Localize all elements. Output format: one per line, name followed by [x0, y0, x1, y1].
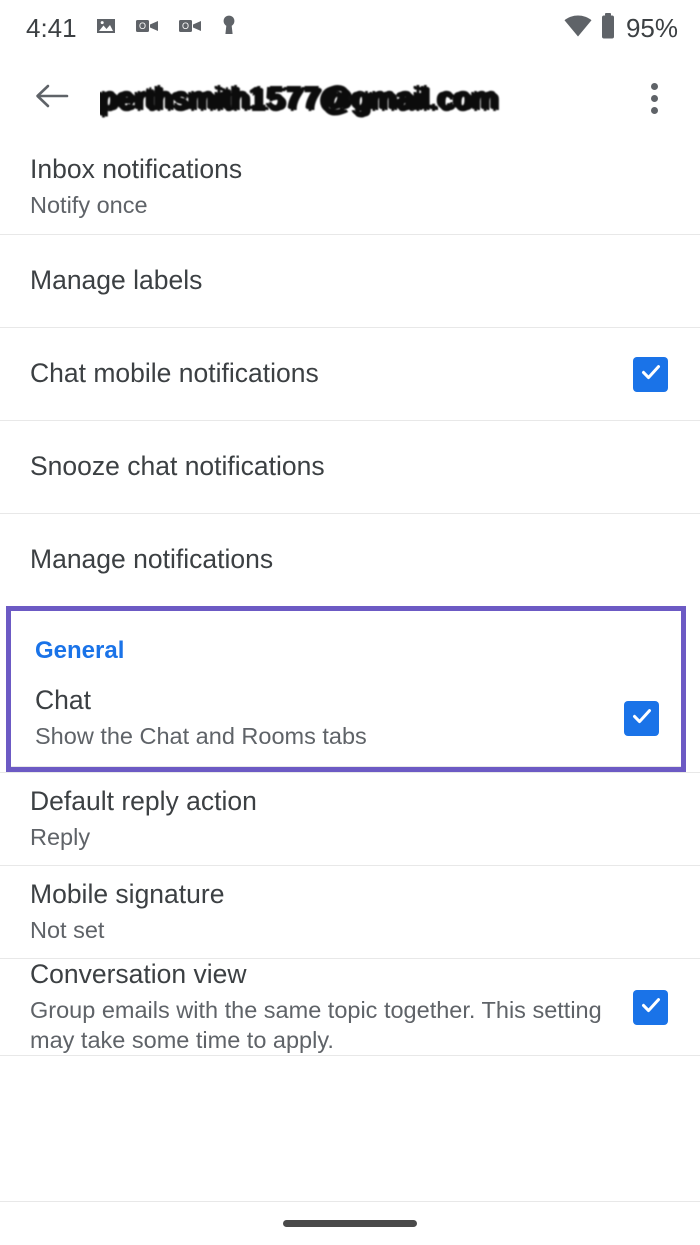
row-text: Snooze chat notifications [30, 451, 670, 482]
row-text: Conversation view Group emails with the … [30, 959, 633, 1055]
navigation-bar [0, 1201, 700, 1245]
setting-row-mobile-signature[interactable]: Mobile signature Not set [0, 865, 700, 958]
row-title: Conversation view [30, 959, 247, 989]
setting-row-chat[interactable]: Chat Show the Chat and Rooms tabs [11, 671, 681, 767]
row-text: Default reply action Reply [30, 786, 670, 853]
setting-row-snooze-chat-notifications[interactable]: Snooze chat notifications [0, 420, 700, 513]
battery-icon [600, 12, 616, 44]
settings-list: Inbox notifications Notify once Manage l… [0, 141, 700, 1201]
row-title: Snooze chat notifications [30, 451, 325, 482]
checkmark-icon [630, 704, 654, 733]
row-subtitle: Not set [30, 916, 105, 943]
row-text: Chat Show the Chat and Rooms tabs [35, 685, 624, 752]
gmail-account-settings-screen: 4:41 O O 95% perthsmith1577@gmail.com In… [0, 0, 700, 1245]
svg-text:O: O [139, 21, 146, 31]
row-title: Default reply action [30, 785, 257, 816]
outlook-video-icon: O [135, 14, 161, 43]
row-title: Manage labels [30, 265, 203, 296]
app-bar-title-container: perthsmith1577@gmail.com [100, 74, 632, 124]
status-bar: 4:41 O O 95% [0, 0, 700, 56]
row-subtitle: Reply [30, 823, 91, 850]
app-bar: perthsmith1577@gmail.com [0, 56, 700, 141]
svg-text:O: O [182, 21, 189, 31]
section-header-general: General [35, 637, 125, 664]
back-arrow-icon [35, 82, 69, 115]
row-title: Manage notifications [30, 544, 274, 575]
photo-icon [94, 14, 118, 43]
row-title: Chat [35, 685, 91, 716]
setting-row-conversation-view[interactable]: Conversation view Group emails with the … [0, 958, 700, 1056]
status-bar-right: 95% [564, 12, 678, 44]
setting-row-manage-notifications[interactable]: Manage notifications [0, 513, 700, 606]
overflow-menu-icon [650, 95, 658, 102]
overflow-menu-icon [650, 107, 658, 114]
setting-row-partial[interactable] [0, 1055, 700, 1086]
row-text: Chat mobile notifications [30, 358, 633, 389]
row-text: Mobile signature Not set [30, 879, 670, 946]
back-button[interactable] [30, 77, 74, 121]
row-title: Chat mobile notifications [30, 358, 319, 389]
chat-mobile-notifications-checkbox[interactable] [633, 356, 668, 392]
checkmark-icon [639, 360, 663, 389]
wifi-icon [564, 15, 592, 42]
outlook-video-icon: O [178, 14, 204, 43]
highlighted-general-section: General Chat Show the Chat and Rooms tab… [6, 606, 686, 772]
status-time: 4:41 [26, 12, 77, 43]
chat-checkbox[interactable] [624, 701, 659, 736]
setting-row-default-reply-action[interactable]: Default reply action Reply [0, 772, 700, 865]
row-text: Manage notifications [30, 544, 670, 575]
row-text: Inbox notifications Notify once [30, 154, 670, 221]
conversation-view-checkbox[interactable] [633, 989, 668, 1025]
page-title: perthsmith1577@gmail.com [100, 80, 499, 116]
checkmark-icon [639, 993, 663, 1022]
row-subtitle: Show the Chat and Rooms tabs [35, 723, 367, 750]
home-gesture-bar[interactable] [283, 1220, 417, 1227]
row-title: Inbox notifications [30, 154, 243, 185]
row-subtitle: Group emails with the same topic togethe… [30, 997, 602, 1053]
overflow-menu-icon [650, 83, 658, 90]
row-subtitle: Notify once [30, 192, 148, 219]
row-title: Mobile signature [30, 878, 225, 909]
status-bar-left: 4:41 O O [26, 13, 237, 44]
battery-percent-label: 95% [625, 12, 678, 43]
row-text: Manage labels [30, 265, 670, 296]
overflow-menu-button[interactable] [632, 74, 676, 124]
setting-row-manage-labels[interactable]: Manage labels [0, 234, 700, 327]
setting-row-inbox-notifications[interactable]: Inbox notifications Notify once [0, 141, 700, 234]
setting-row-chat-mobile-notifications[interactable]: Chat mobile notifications [0, 327, 700, 420]
key-icon [221, 14, 237, 43]
